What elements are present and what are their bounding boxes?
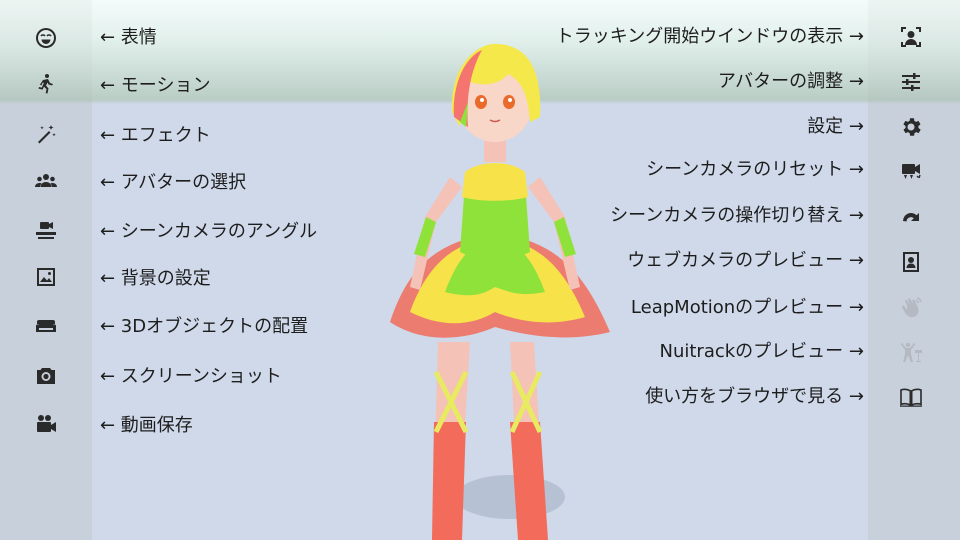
face-icon[interactable] <box>26 18 66 58</box>
sofa-icon[interactable] <box>26 306 66 346</box>
menu-label-webcam-preview: ウェブカメラのプレビュー → <box>627 250 864 271</box>
menu-label-avatar-select: ← アバターの選択 <box>100 172 247 193</box>
menu-label-screenshot: ← スクリーンショット <box>100 366 282 387</box>
image-icon[interactable] <box>26 257 66 297</box>
menu-label-settings: 設定 → <box>807 116 864 137</box>
camera-icon[interactable] <box>26 356 66 396</box>
menu-label-effect: ← エフェクト <box>100 125 211 146</box>
menu-label-avatar-adjust: アバターの調整 → <box>717 71 864 92</box>
menu-label-open-manual: 使い方をブラウザで見る → <box>645 386 864 407</box>
sliders-icon[interactable] <box>891 62 931 102</box>
menu-label-camera-angle: ← シーンカメラのアングル <box>100 221 318 242</box>
book-icon[interactable] <box>891 377 931 417</box>
hand-wave-icon[interactable] <box>891 288 931 328</box>
menu-label-video-save: ← 動画保存 <box>100 415 193 436</box>
right-toolbar <box>868 0 960 540</box>
avatars-icon[interactable] <box>26 161 66 201</box>
left-toolbar <box>0 0 92 540</box>
menu-label-leapmotion-preview: LeapMotionのプレビュー → <box>630 297 864 318</box>
camera-reset-icon[interactable] <box>891 150 931 190</box>
avatar-3d-model[interactable] <box>370 42 620 540</box>
portrait-icon[interactable] <box>891 242 931 282</box>
menu-label-motion: ← モーション <box>100 75 211 96</box>
body-sensor-icon[interactable] <box>891 332 931 372</box>
camera-angle-icon[interactable] <box>26 210 66 250</box>
menu-label-3d-objects: ← 3Dオブジェクトの配置 <box>100 316 309 337</box>
menu-label-expression: ← 表情 <box>100 27 157 48</box>
menu-label-background: ← 背景の設定 <box>100 268 211 289</box>
redo-arrow-icon[interactable] <box>891 196 931 236</box>
menu-label-nuitrack-preview: Nuitrackのプレビュー → <box>659 341 865 362</box>
effect-wand-icon[interactable] <box>26 114 66 154</box>
gear-icon[interactable] <box>891 107 931 147</box>
menu-label-camera-reset: シーンカメラのリセット → <box>646 159 864 180</box>
face-tracking-icon[interactable] <box>891 17 931 57</box>
menu-label-camera-control: シーンカメラの操作切り替え → <box>610 205 864 226</box>
motion-icon[interactable] <box>26 64 66 104</box>
video-camera-icon[interactable] <box>26 404 66 444</box>
